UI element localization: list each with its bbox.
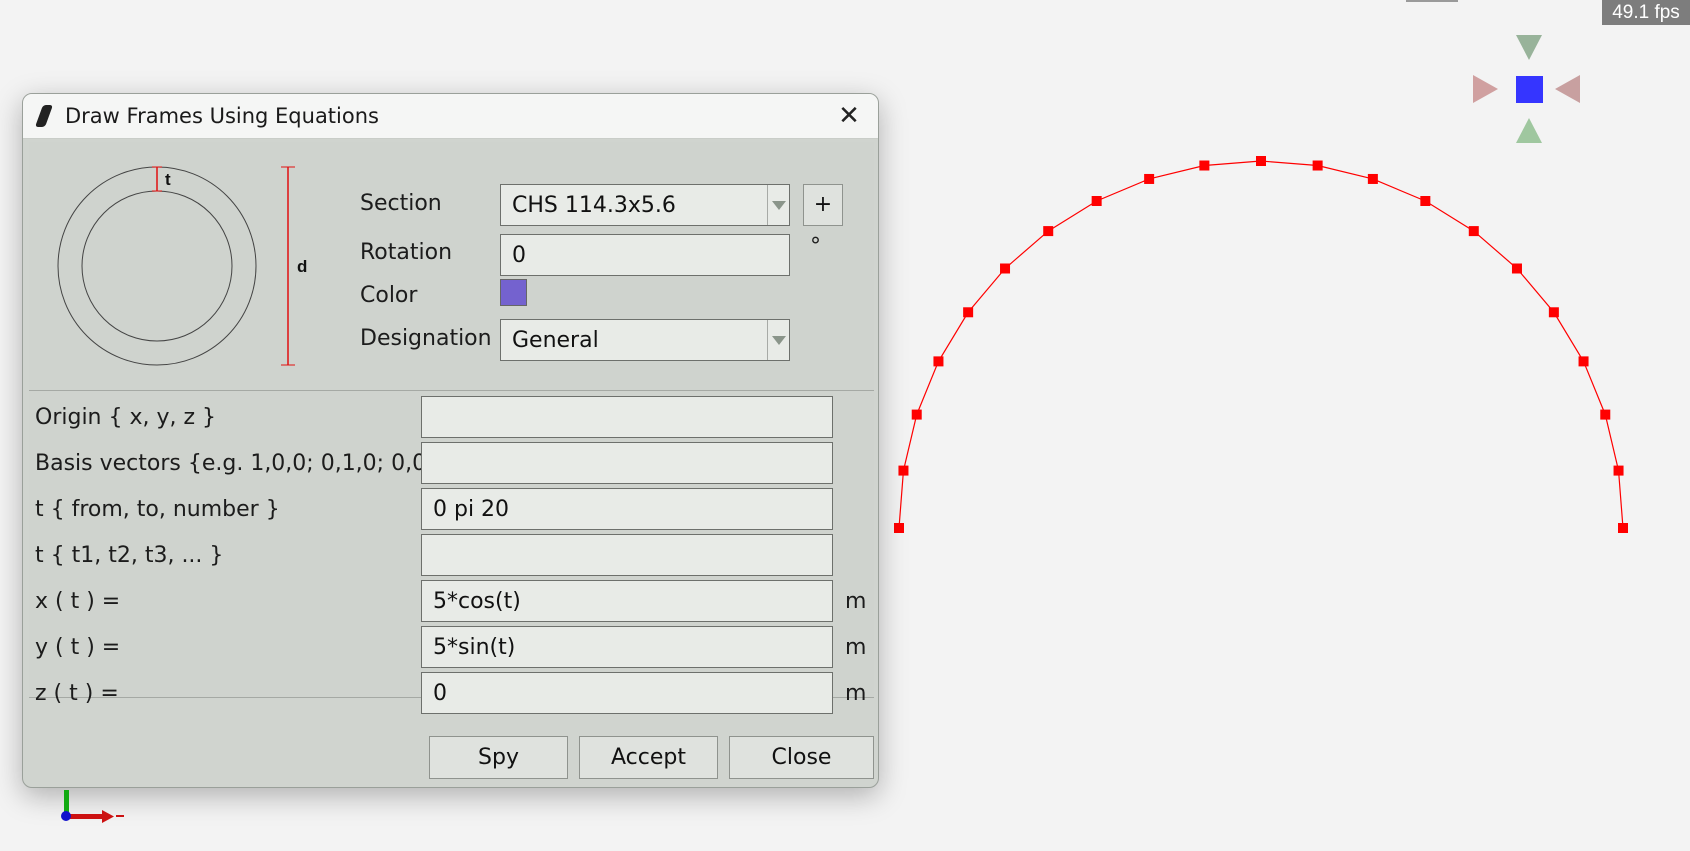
axis-triad <box>61 790 124 823</box>
joint-node[interactable] <box>1548 307 1559 318</box>
section-label: Section <box>360 191 442 216</box>
joint-node[interactable] <box>898 465 909 476</box>
joint-node[interactable] <box>1043 226 1054 237</box>
add-section-button[interactable]: + <box>803 184 843 226</box>
joint-node[interactable] <box>894 522 904 533</box>
section-dropdown[interactable]: CHS 114.3x5.6 <box>500 184 790 226</box>
x-axis-line <box>68 814 102 819</box>
basis-vectors-label: Basis vectors {e.g. 1,0,0; 0,1,0; 0,0,1} <box>35 451 462 476</box>
joint-node[interactable] <box>933 356 944 367</box>
y-equation-input[interactable]: 5*sin(t) <box>421 626 833 668</box>
accept-button[interactable]: Accept <box>579 736 718 779</box>
depth-label: d <box>297 257 307 276</box>
joint-node[interactable] <box>1600 409 1611 420</box>
t-range-input[interactable]: 0 pi 20 <box>421 488 833 530</box>
section-preview: t d <box>57 166 307 366</box>
view-right-arrow[interactable] <box>1555 75 1580 103</box>
view-top-arrow[interactable] <box>1516 35 1542 60</box>
joint-node[interactable] <box>1420 196 1431 207</box>
thickness-label: t <box>165 170 171 189</box>
joint-node[interactable] <box>1000 263 1011 274</box>
joint-node[interactable] <box>1578 356 1589 367</box>
draw-frames-dialog: Draw Frames Using Equations ✕ t d Sectio… <box>22 93 879 788</box>
y-unit: m <box>845 635 867 660</box>
section-value: CHS 114.3x5.6 <box>512 192 676 218</box>
designation-dropdown[interactable]: General <box>500 319 790 361</box>
origin-label: Origin { x, y, z } <box>35 405 217 430</box>
joint-node[interactable] <box>1312 160 1323 171</box>
joint-node[interactable] <box>1618 523 1628 533</box>
designation-value: General <box>512 327 599 353</box>
joint-node[interactable] <box>1367 173 1378 184</box>
x-unit: m <box>845 589 867 614</box>
color-label: Color <box>360 283 418 308</box>
close-icon[interactable]: ✕ <box>834 100 864 130</box>
pencil-icon <box>34 105 54 127</box>
top-tab-indicator <box>1406 0 1458 2</box>
frame-line[interactable] <box>898 160 1624 529</box>
z-equation-input[interactable]: 0 <box>421 672 833 714</box>
rotation-unit: ° <box>810 234 821 259</box>
basis-vectors-input[interactable] <box>421 442 833 484</box>
inner-circle <box>81 190 233 342</box>
y-equation-value: 5*sin(t) <box>433 634 516 660</box>
z-equation-value: 0 <box>433 680 447 706</box>
joint-node[interactable] <box>911 409 922 420</box>
designation-label: Designation <box>360 326 492 351</box>
rotation-value: 0 <box>512 242 526 268</box>
view-bottom-arrow[interactable] <box>1516 118 1542 143</box>
view-cube-center[interactable] <box>1516 76 1543 103</box>
joint-node[interactable] <box>1091 196 1102 207</box>
color-swatch[interactable] <box>500 279 527 306</box>
joint-node[interactable] <box>1199 160 1210 171</box>
x-equation-input[interactable]: 5*cos(t) <box>421 580 833 622</box>
joint-node[interactable] <box>1144 173 1155 184</box>
dialog-title: Draw Frames Using Equations <box>65 104 379 128</box>
chevron-down-icon[interactable] <box>767 320 789 360</box>
z-axis-dot <box>61 811 71 821</box>
rotation-input[interactable]: 0 <box>500 234 790 276</box>
joint-node[interactable] <box>1256 156 1267 166</box>
outer-circle <box>57 166 257 366</box>
x-equation-value: 5*cos(t) <box>433 588 521 614</box>
origin-input[interactable] <box>421 396 833 438</box>
dialog-titlebar[interactable]: Draw Frames Using Equations ✕ <box>23 94 878 139</box>
view-left-arrow[interactable] <box>1473 75 1498 103</box>
close-button[interactable]: Close <box>729 736 874 779</box>
t-range-label: t { from, to, number } <box>35 497 280 522</box>
x-axis-arrow <box>102 810 114 823</box>
t-list-label: t { t1, t2, t3, ... } <box>35 543 224 568</box>
y-equation-label: y ( t ) = <box>35 635 121 660</box>
x-axis-tail <box>116 815 124 817</box>
t-list-input[interactable] <box>421 534 833 576</box>
spy-button[interactable]: Spy <box>429 736 568 779</box>
t-range-value: 0 pi 20 <box>433 496 510 522</box>
joint-node[interactable] <box>963 307 974 318</box>
z-unit: m <box>845 681 867 706</box>
x-equation-label: x ( t ) = <box>35 589 121 614</box>
view-cube[interactable] <box>1470 30 1590 150</box>
rotation-label: Rotation <box>360 240 453 265</box>
joint-node[interactable] <box>1468 226 1479 237</box>
fps-counter: 49.1 fps <box>1602 0 1690 25</box>
z-equation-label: z ( t ) = <box>35 681 119 706</box>
joint-node[interactable] <box>1613 465 1624 476</box>
chevron-down-icon[interactable] <box>767 185 789 225</box>
joint-node[interactable] <box>1511 263 1522 274</box>
